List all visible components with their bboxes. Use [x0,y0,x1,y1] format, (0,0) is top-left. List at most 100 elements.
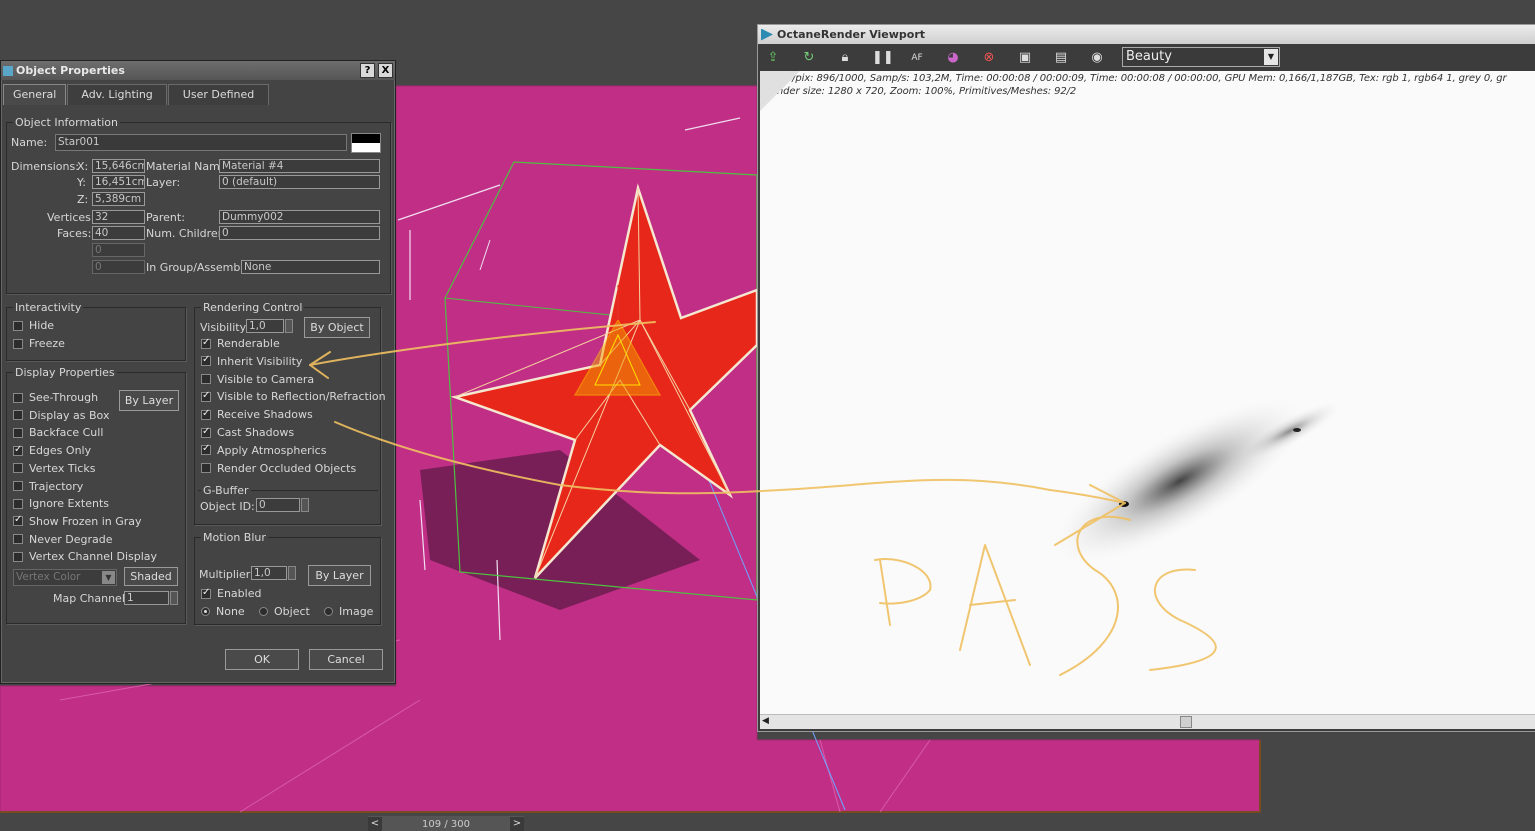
checkbox-box [13,338,23,349]
group-assembly-field[interactable]: None [241,260,380,274]
option-checkbox[interactable]: Never Degrade [13,533,113,546]
option-checkbox[interactable]: Trajectory [13,480,83,493]
radio-none[interactable]: None [201,605,245,618]
pause-icon[interactable]: ❚❚ [872,49,894,67]
camera-icon[interactable]: ◉ [1088,49,1106,67]
num-children-field[interactable]: 0 [219,226,380,240]
option-label: Receive Shadows [217,408,313,422]
object-id-field[interactable]: 0 [256,498,300,512]
radio-image[interactable]: Image [324,605,373,618]
visibility-field[interactable]: 1,0 [246,319,284,333]
map-channel-field[interactable]: 1 [124,591,169,605]
checkbox-box [13,392,23,403]
y-label: Y: [77,176,86,189]
restart-render-icon[interactable]: ↻ [800,49,818,67]
radio-dot [324,607,333,616]
option-checkbox[interactable]: See-Through [13,391,98,404]
parent-field[interactable]: Dummy002 [219,210,380,224]
display-by-layer-button[interactable]: By Layer [119,390,179,411]
group-title: Rendering Control [201,301,305,314]
multiplier-spinner[interactable] [288,566,296,580]
scroll-left-icon[interactable]: ◀ [762,716,769,726]
time-slider[interactable]: < 109 / 300 > [368,816,524,831]
horizontal-scrollbar[interactable]: ◀ [760,714,1535,729]
name-field[interactable]: Star001 [55,134,347,151]
extra-field-2[interactable]: 0 [92,260,145,274]
option-checkbox[interactable]: Render Occluded Objects [201,462,356,475]
option-checkbox[interactable]: Renderable [201,337,280,350]
region-render-icon[interactable]: ⊗ [980,49,998,67]
render-canvas[interactable]: Samp/pix: 896/1000, Samp/s: 103,2M, Time… [760,71,1535,714]
multiplier-field[interactable]: 1,0 [251,566,287,580]
option-checkbox[interactable]: Receive Shadows [201,408,313,421]
display-icon[interactable]: ▣ [1016,49,1034,67]
option-checkbox[interactable]: Vertex Ticks [13,462,95,475]
option-checkbox[interactable]: Show Frozen in Gray [13,514,142,528]
option-checkbox[interactable]: Display as Box [13,409,109,422]
ok-button[interactable]: OK [225,649,299,670]
dimension-z-field[interactable]: 5,389cm [92,192,145,206]
render-result [760,71,1344,567]
extra-field-1[interactable]: 0 [92,243,145,257]
option-checkbox[interactable]: Visible to Reflection/Refraction [201,390,386,403]
send-scene-icon[interactable]: ⇪ [764,49,782,67]
dimension-x-field[interactable]: 15,646cm [92,159,145,173]
checkbox-box [13,463,23,474]
dialog-titlebar[interactable]: Object Properties ? X [1,61,395,80]
vertex-color-dropdown[interactable]: Vertex Color ▼ [13,569,117,586]
octane-title: OctaneRender Viewport [777,28,926,41]
interactivity-group: Interactivity [6,301,186,361]
enabled-checkbox[interactable]: Enabled [201,587,261,600]
color-picker-icon[interactable]: ◕ [944,49,962,67]
cancel-button[interactable]: Cancel [309,649,383,670]
faces-field[interactable]: 40 [92,226,145,240]
vertices-field[interactable]: 32 [92,210,145,224]
next-frame-button[interactable]: > [510,816,524,831]
scroll-thumb[interactable] [1180,716,1192,728]
option-checkbox[interactable]: Inherit Visibility [201,354,302,368]
option-checkbox[interactable]: Backface Cull [13,426,103,439]
option-checkbox[interactable]: Edges Only [13,444,91,457]
motion-blur-by-layer-button[interactable]: By Layer [308,565,371,586]
tab-bar: General Adv. Lighting User Defined [3,84,270,105]
shaded-button[interactable]: Shaded [124,567,178,586]
tab-general[interactable]: General [3,84,67,105]
radio-image-label: Image [339,605,374,618]
tab-adv-lighting[interactable]: Adv. Lighting [67,84,167,105]
render-pass-select[interactable]: Beauty ▼ [1122,47,1280,67]
help-button[interactable]: ? [360,63,375,78]
multiplier-label: Multiplier: [199,568,254,581]
checkbox-box [201,443,211,456]
object-id-spinner[interactable] [301,498,309,512]
option-checkbox[interactable]: Ignore Extents [13,497,109,510]
option-checkbox[interactable]: Visible to Camera [201,373,314,386]
af-focus-icon[interactable]: AF [908,49,926,67]
octane-titlebar[interactable]: OctaneRender Viewport [758,25,1535,44]
by-object-button[interactable]: By Object [304,317,370,338]
close-button[interactable]: X [378,63,393,78]
film-icon[interactable]: ▤ [1052,49,1070,67]
dimension-y-field[interactable]: 16,451cm [92,175,145,189]
layer-field[interactable]: 0 (default) [219,175,380,189]
option-checkbox[interactable]: Vertex Channel Display [13,550,157,563]
checkbox-box [13,514,23,527]
material-field[interactable]: Material #4 [219,159,380,173]
radio-object[interactable]: Object [259,605,310,618]
object-color-swatch[interactable] [351,133,381,153]
dimensions-label: Dimensions: [11,160,79,173]
option-checkbox[interactable]: Cast Shadows [201,426,294,439]
checkbox-box [201,463,211,474]
prev-frame-button[interactable]: < [368,816,382,831]
hide-label: Hide [29,319,55,332]
freeze-checkbox[interactable]: Freeze [13,337,65,350]
visibility-spinner[interactable] [285,319,293,333]
tab-user-defined[interactable]: User Defined [167,84,270,105]
map-channel-spinner[interactable] [170,591,178,605]
frame-counter[interactable]: 109 / 300 [382,816,510,831]
lock-icon[interactable]: 🔒︎ [836,49,854,67]
parent-label: Parent: [146,211,185,224]
hide-checkbox[interactable]: Hide [13,319,54,332]
option-checkbox[interactable]: Apply Atmospherics [201,443,326,457]
option-label: Trajectory [29,479,84,493]
option-label: Visible to Camera [217,372,315,386]
